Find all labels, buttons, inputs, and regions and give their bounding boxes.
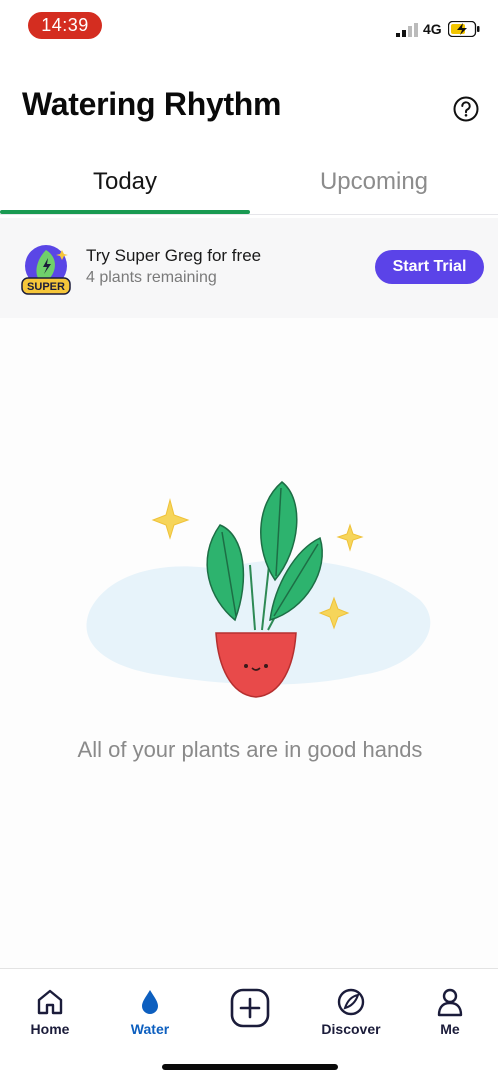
signal-bars-icon (396, 23, 418, 37)
tab-divider (0, 214, 498, 215)
user-icon (437, 988, 463, 1017)
promo-subtitle: 4 plants remaining (86, 269, 217, 286)
tab-bar: Today Upcoming (0, 150, 498, 214)
network-label: 4G (423, 21, 442, 37)
nav-discover-label: Discover (321, 1021, 381, 1037)
nav-home-label: Home (30, 1021, 70, 1037)
page-title: Watering Rhythm (22, 86, 282, 122)
tab-upcoming[interactable]: Upcoming (250, 150, 498, 214)
water-drop-icon (142, 990, 158, 1014)
home-indicator (162, 1064, 338, 1070)
home-icon (37, 989, 63, 1015)
super-badge-icon: SUPER (21, 245, 71, 295)
status-time: 14:39 (28, 12, 102, 39)
nav-me[interactable]: Me (410, 987, 490, 1047)
nav-water-label: Water (130, 1021, 170, 1037)
nav-me-label: Me (440, 1021, 460, 1037)
add-square-icon (230, 988, 270, 1028)
tab-today[interactable]: Today (0, 150, 250, 214)
empty-state-message: All of your plants are in good hands (77, 737, 423, 762)
super-badge-text: SUPER (27, 281, 65, 293)
nav-discover[interactable]: Discover (311, 987, 391, 1047)
promo-title: Try Super Greg for free (86, 246, 262, 265)
status-bar: 14:39 4G (0, 0, 498, 50)
potted-plant-illustration (86, 481, 431, 698)
nav-water[interactable]: Water (110, 987, 190, 1047)
nav-add[interactable] (210, 987, 290, 1047)
start-trial-button[interactable]: Start Trial (375, 250, 484, 284)
nav-home[interactable]: Home (10, 987, 90, 1047)
discover-icon (337, 988, 365, 1016)
help-circle-icon[interactable] (453, 96, 479, 122)
battery-charging-icon (448, 21, 480, 37)
